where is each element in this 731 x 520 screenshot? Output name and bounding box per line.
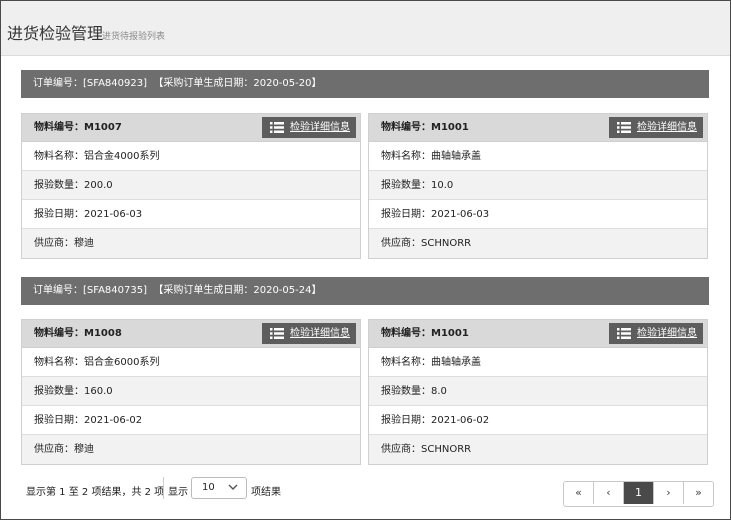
material-code: 物料编号：M1001 [381, 122, 469, 133]
page-subtitle: 进货待报验列表 [102, 32, 166, 42]
page-title: 进货检验管理 [7, 24, 104, 43]
order-header-text: 订单编号：[SFA840923] 【采购订单生成日期：2020-05-20】 [33, 78, 322, 89]
page-header: 进货检验管理 进货待报验列表 [1, 1, 730, 56]
supplier: 供应商：穆迪 [22, 229, 360, 258]
detail-button-label: 检验详细信息 [637, 122, 697, 133]
last-page-button[interactable]: » [683, 482, 713, 504]
material-name: 物料名称：曲轴轴承盖 [369, 142, 707, 171]
order-header: 订单编号：[SFA840735] 【采购订单生成日期：2020-05-24】 [21, 277, 709, 305]
supplier: 供应商：SCHNORR [369, 435, 707, 464]
chevron-down-icon [228, 484, 238, 490]
card-header: 物料编号：M1007 检验详细信息 [22, 114, 360, 142]
detail-button-label: 检验详细信息 [290, 122, 350, 133]
material-code: 物料编号：M1008 [34, 328, 122, 339]
supplier: 供应商：SCHNORR [369, 229, 707, 258]
list-icon [617, 328, 631, 339]
pagination: « ‹ 1 › » [563, 481, 714, 507]
page-size-value: 10 [202, 482, 215, 493]
inspection-detail-button[interactable]: 检验详细信息 [609, 117, 703, 138]
footer-divider [163, 477, 164, 499]
material-code: 物料编号：M1001 [381, 328, 469, 339]
inspection-date: 报验日期：2021-06-03 [22, 200, 360, 229]
inspection-quantity: 报验数量：10.0 [369, 171, 707, 200]
inspection-date: 报验日期：2021-06-02 [369, 406, 707, 435]
order-header-text: 订单编号：[SFA840735] 【采购订单生成日期：2020-05-24】 [33, 285, 322, 296]
card-header: 物料编号：M1001 检验详细信息 [369, 320, 707, 348]
page-1-button[interactable]: 1 [623, 482, 653, 504]
material-card: 物料编号：M1008 检验详细信息 物料名称：铝合金6000系列 报验数量：16… [21, 319, 361, 465]
supplier: 供应商：穆迪 [22, 435, 360, 464]
inspection-quantity: 报验数量：8.0 [369, 377, 707, 406]
list-icon [270, 328, 284, 339]
material-name: 物料名称：铝合金6000系列 [22, 348, 360, 377]
results-label: 项结果 [251, 487, 281, 498]
list-icon [270, 122, 284, 133]
page-size-select[interactable]: 10 [191, 477, 247, 499]
detail-button-label: 检验详细信息 [290, 328, 350, 339]
page-size-label: 显示 [168, 487, 188, 498]
list-icon [617, 122, 631, 133]
first-page-button[interactable]: « [564, 482, 593, 504]
inspection-quantity: 报验数量：200.0 [22, 171, 360, 200]
material-card: 物料编号：M1007 检验详细信息 物料名称：铝合金4000系列 报验数量：20… [21, 113, 361, 259]
material-code: 物料编号：M1007 [34, 122, 122, 133]
material-card: 物料编号：M1001 检验详细信息 物料名称：曲轴轴承盖 报验数量：8.0 报验… [368, 319, 708, 465]
card-header: 物料编号：M1001 检验详细信息 [369, 114, 707, 142]
next-page-button[interactable]: › [653, 482, 683, 504]
detail-button-label: 检验详细信息 [637, 328, 697, 339]
results-summary: 显示第 1 至 2 项结果，共 2 项 [26, 487, 165, 498]
inspection-quantity: 报验数量：160.0 [22, 377, 360, 406]
material-name: 物料名称：曲轴轴承盖 [369, 348, 707, 377]
inspection-date: 报验日期：2021-06-03 [369, 200, 707, 229]
page-frame: 进货检验管理 进货待报验列表 订单编号：[SFA840923] 【采购订单生成日… [0, 0, 731, 520]
inspection-detail-button[interactable]: 检验详细信息 [262, 117, 356, 138]
material-card: 物料编号：M1001 检验详细信息 物料名称：曲轴轴承盖 报验数量：10.0 报… [368, 113, 708, 259]
material-name: 物料名称：铝合金4000系列 [22, 142, 360, 171]
prev-page-button[interactable]: ‹ [593, 482, 623, 504]
card-header: 物料编号：M1008 检验详细信息 [22, 320, 360, 348]
order-header: 订单编号：[SFA840923] 【采购订单生成日期：2020-05-20】 [21, 70, 709, 98]
inspection-detail-button[interactable]: 检验详细信息 [609, 323, 703, 344]
inspection-date: 报验日期：2021-06-02 [22, 406, 360, 435]
inspection-detail-button[interactable]: 检验详细信息 [262, 323, 356, 344]
